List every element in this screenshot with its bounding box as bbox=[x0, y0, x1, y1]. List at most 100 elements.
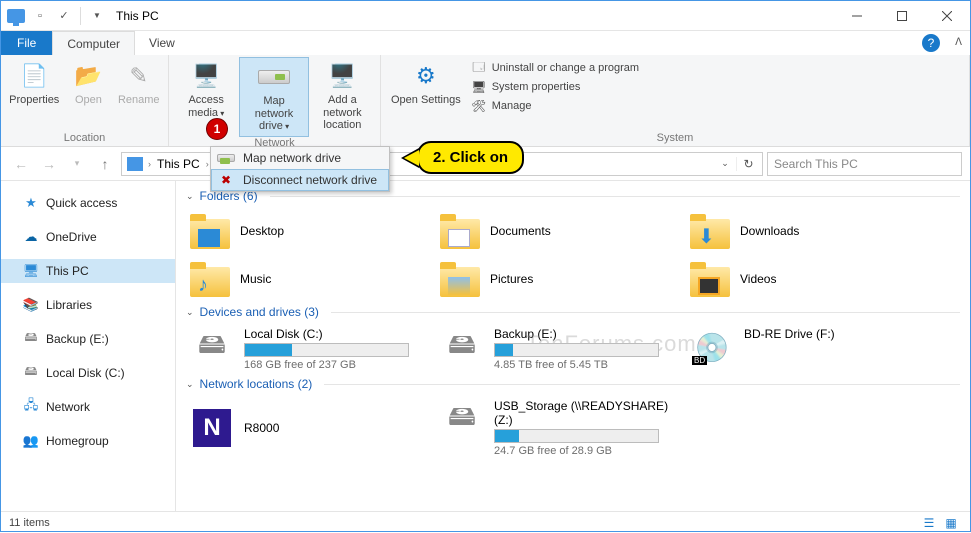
media-icon: 🖥️ bbox=[190, 60, 222, 92]
folder-pictures[interactable]: Pictures bbox=[436, 255, 686, 303]
optical-drive-icon: 💿BD bbox=[690, 327, 734, 367]
manage-icon: 🛠 bbox=[471, 98, 487, 114]
details-view-button[interactable]: ☰ bbox=[918, 514, 940, 532]
sidebar-item-local-disk[interactable]: 🖴Local Disk (C:) bbox=[1, 361, 175, 385]
star-icon: ★ bbox=[23, 195, 39, 211]
folder-music[interactable]: ♪Music bbox=[186, 255, 436, 303]
network-icon: 🖧 bbox=[23, 399, 39, 415]
sidebar-item-onedrive[interactable]: ☁OneDrive bbox=[1, 225, 175, 249]
system-properties-button[interactable]: 🖥System properties bbox=[467, 78, 643, 96]
group-label-location: Location bbox=[5, 132, 164, 146]
qat-properties-icon[interactable]: ✓ bbox=[53, 5, 75, 27]
explorer-app-icon bbox=[5, 5, 27, 27]
tiles-view-button[interactable]: ▦ bbox=[940, 514, 962, 532]
qat-separator bbox=[80, 7, 81, 25]
sidebar-item-libraries[interactable]: 📚Libraries bbox=[1, 293, 175, 317]
uninstall-icon: 🗔 bbox=[471, 60, 487, 76]
callout-text: 2. Click on bbox=[417, 141, 524, 174]
maximize-button[interactable] bbox=[879, 1, 924, 31]
collapse-caret-icon[interactable]: ⌄ bbox=[186, 379, 194, 390]
folder-documents[interactable]: Documents bbox=[436, 207, 686, 255]
forward-button[interactable]: → bbox=[37, 152, 61, 176]
rename-button[interactable]: ✎ Rename bbox=[113, 57, 164, 110]
folder-videos[interactable]: Videos bbox=[686, 255, 936, 303]
status-bar: 11 items ☰ ▦ bbox=[1, 511, 970, 533]
drive-icon: 🖴 bbox=[440, 327, 484, 367]
properties-button[interactable]: 📄 Properties bbox=[5, 57, 63, 110]
map-network-drive-button[interactable]: Map network drive ▾ bbox=[239, 57, 308, 137]
up-button[interactable]: ↑ bbox=[93, 152, 117, 176]
title-bar: ▫ ✓ ▼ This PC bbox=[1, 1, 970, 31]
netloc-usb-storage[interactable]: 🖴 USB_Storage (\\READYSHARE) (Z:) 24.7 G… bbox=[436, 395, 686, 461]
cloud-icon: ☁ bbox=[23, 229, 39, 245]
netloc-r8000[interactable]: N R8000 bbox=[186, 395, 436, 461]
tab-file[interactable]: File bbox=[1, 31, 52, 55]
map-drive-icon bbox=[258, 61, 290, 93]
add-network-location-button[interactable]: 🖥️ Add a network location bbox=[309, 57, 376, 135]
refresh-button[interactable]: ↻ bbox=[736, 157, 760, 171]
drive-local-c[interactable]: 🖴 Local Disk (C:) 168 GB free of 237 GB bbox=[186, 323, 436, 375]
properties-icon: 📄 bbox=[18, 60, 50, 92]
open-button[interactable]: 📂 Open bbox=[63, 57, 113, 110]
search-input[interactable]: Search This PC bbox=[767, 152, 962, 176]
address-history-dropdown[interactable]: ⌄ bbox=[716, 158, 734, 169]
system-properties-icon: 🖥 bbox=[471, 79, 487, 95]
annotation-callout: 2. Click on bbox=[401, 141, 524, 174]
drive-backup-e[interactable]: 🖴 Backup (E:) 4.85 TB free of 5.45 TB bbox=[436, 323, 686, 375]
breadcrumb-root[interactable]: This PC bbox=[153, 157, 204, 171]
qat-dropdown-icon[interactable]: ▼ bbox=[86, 5, 108, 27]
sidebar-item-this-pc[interactable]: 🖥This PC bbox=[1, 259, 175, 283]
back-button[interactable]: ← bbox=[9, 152, 33, 176]
qat-new-folder-icon[interactable]: ▫ bbox=[29, 5, 51, 27]
homegroup-icon: 👥 bbox=[23, 433, 39, 449]
map-drive-dropdown-menu: Map network drive ✖ Disconnect network d… bbox=[210, 146, 390, 192]
content-pane: TenForums.com ⌄ Folders (6) Desktop Docu… bbox=[176, 181, 970, 511]
callout-arrow bbox=[401, 148, 419, 168]
collapse-caret-icon[interactable]: ⌄ bbox=[186, 191, 194, 202]
sidebar-item-quick-access[interactable]: ★Quick access bbox=[1, 191, 175, 215]
add-location-icon: 🖥️ bbox=[326, 60, 358, 92]
drive-bdre-f[interactable]: 💿BD BD-RE Drive (F:) bbox=[686, 323, 936, 375]
sidebar-item-backup[interactable]: 🖴Backup (E:) bbox=[1, 327, 175, 351]
uninstall-program-button[interactable]: 🗔Uninstall or change a program bbox=[467, 59, 643, 77]
drive-icon: 🖴 bbox=[23, 331, 39, 347]
close-button[interactable] bbox=[924, 1, 970, 31]
rename-icon: ✎ bbox=[123, 60, 155, 92]
ribbon: 📄 Properties 📂 Open ✎ Rename Location 🖥️… bbox=[1, 55, 970, 147]
ribbon-tabs: File Computer View ᐱ ? bbox=[1, 31, 970, 55]
breadcrumb-chevron[interactable]: › bbox=[206, 159, 209, 169]
ribbon-collapse-icon[interactable]: ᐱ bbox=[955, 37, 962, 48]
menu-item-map-drive[interactable]: Map network drive bbox=[211, 147, 389, 169]
access-media-button[interactable]: 🖥️ Access media ▾ bbox=[173, 57, 239, 122]
window-title: This PC bbox=[112, 9, 159, 23]
folder-desktop[interactable]: Desktop bbox=[186, 207, 436, 255]
status-item-count: 11 items bbox=[9, 517, 50, 529]
open-icon: 📂 bbox=[72, 60, 104, 92]
section-network-locations[interactable]: ⌄ Network locations (2) bbox=[186, 375, 960, 395]
section-drives[interactable]: ⌄ Devices and drives (3) bbox=[186, 303, 960, 323]
tab-computer[interactable]: Computer bbox=[52, 31, 135, 55]
sidebar-item-network[interactable]: 🖧Network bbox=[1, 395, 175, 419]
help-icon[interactable]: ? bbox=[922, 34, 940, 52]
minimize-button[interactable] bbox=[834, 1, 879, 31]
disconnect-drive-icon: ✖ bbox=[217, 172, 235, 188]
breadcrumb-chevron[interactable]: › bbox=[148, 159, 151, 169]
pc-icon: 🖥 bbox=[23, 263, 39, 279]
folder-downloads[interactable]: ⬇Downloads bbox=[686, 207, 936, 255]
drive-icon: 🖴 bbox=[23, 365, 39, 381]
settings-gear-icon: ⚙ bbox=[410, 60, 442, 92]
navigation-pane: ★Quick access ☁OneDrive 🖥This PC 📚Librar… bbox=[1, 181, 176, 511]
annotation-badge-1: 1 bbox=[206, 118, 228, 140]
main-area: ★Quick access ☁OneDrive 🖥This PC 📚Librar… bbox=[1, 181, 970, 511]
map-drive-icon bbox=[217, 150, 235, 166]
network-drive-icon: 🖴 bbox=[440, 399, 484, 439]
windows-drive-icon: 🖴 bbox=[190, 327, 234, 367]
collapse-caret-icon[interactable]: ⌄ bbox=[186, 307, 194, 318]
quick-access-toolbar: ▫ ✓ ▼ bbox=[1, 5, 112, 27]
menu-item-disconnect-drive[interactable]: ✖ Disconnect network drive bbox=[211, 169, 389, 191]
sidebar-item-homegroup[interactable]: 👥Homegroup bbox=[1, 429, 175, 453]
manage-button[interactable]: 🛠Manage bbox=[467, 97, 643, 115]
recent-dropdown[interactable]: ▾ bbox=[65, 152, 89, 176]
tab-view[interactable]: View bbox=[135, 31, 189, 55]
open-settings-button[interactable]: ⚙ Open Settings bbox=[385, 57, 467, 110]
